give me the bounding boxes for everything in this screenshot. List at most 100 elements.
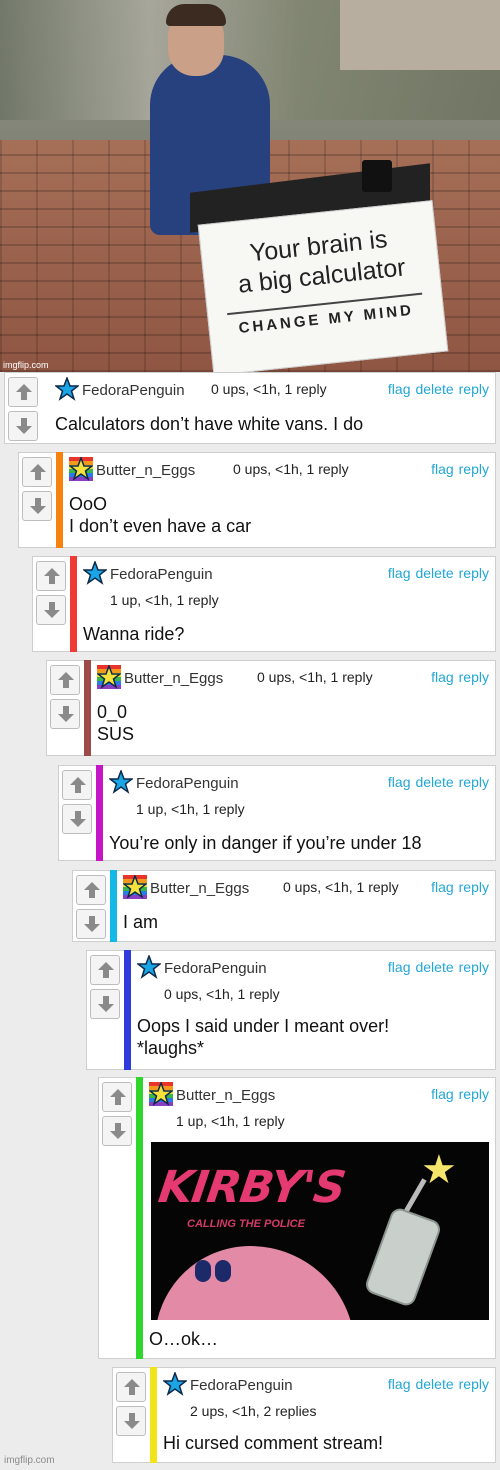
reply-link[interactable]: reply <box>459 774 489 790</box>
arrow-down-icon <box>16 418 32 434</box>
comment: FedoraPenguin 2 ups, <1h, 2 replies flag de… <box>112 1367 496 1463</box>
downvote-button[interactable] <box>8 411 38 441</box>
username-link[interactable]: FedoraPenguin <box>82 382 185 399</box>
upvote-button[interactable] <box>62 770 92 800</box>
upvote-button[interactable] <box>36 561 66 591</box>
nesting-stripe <box>70 556 77 652</box>
comment-body: FedoraPenguin 0 ups, <1h, 1 reply flag dele… <box>135 951 489 1069</box>
comment-actions: flag reply <box>426 879 489 895</box>
nesting-stripe <box>96 765 103 861</box>
arrow-up-icon <box>58 672 74 688</box>
reply-link[interactable]: reply <box>459 565 489 581</box>
comment: FedoraPenguin 0 ups, <1h, 1 reply flag dele… <box>86 950 496 1070</box>
flag-link[interactable]: flag <box>388 381 411 397</box>
reply-link[interactable]: reply <box>459 1086 489 1102</box>
upvote-button[interactable] <box>50 665 80 695</box>
comment: Butter_n_Eggs 0 ups, <1h, 1 reply flag repl… <box>18 452 496 548</box>
upvote-button[interactable] <box>22 457 52 487</box>
comment-text: OoO I don’t even have a car <box>69 494 252 536</box>
upvote-button[interactable] <box>90 955 120 985</box>
reply-link[interactable]: reply <box>459 669 489 685</box>
upvote-button[interactable] <box>116 1372 146 1402</box>
username-link[interactable]: FedoraPenguin <box>190 1377 293 1394</box>
downvote-button[interactable] <box>36 595 66 625</box>
meme-image: Your brain is a big calculator CHANGE MY… <box>0 0 500 372</box>
comment-actions: flag delete reply <box>383 774 489 790</box>
arrow-down-icon <box>70 811 86 827</box>
delete-link[interactable]: delete <box>415 565 453 581</box>
person-hair <box>166 4 226 26</box>
reply-link[interactable]: reply <box>459 1376 489 1392</box>
comment-text: I am <box>123 912 159 932</box>
flag-link[interactable]: flag <box>431 461 454 477</box>
comment-actions: flag delete reply <box>383 565 489 581</box>
comment-meta: 0 ups, <1h, 1 reply <box>257 669 373 685</box>
comment-body: FedoraPenguin 1 up, <1h, 1 reply flag delet… <box>81 557 489 651</box>
downvote-button[interactable] <box>116 1406 146 1436</box>
flag-link[interactable]: flag <box>388 774 411 790</box>
comment-body: FedoraPenguin 0 ups, <1h, 1 reply flag dele… <box>53 373 489 443</box>
comment-body: Butter_n_Eggs 0 ups, <1h, 1 reply flag repl… <box>95 661 489 755</box>
username-link[interactable]: Butter_n_Eggs <box>150 880 249 897</box>
flag-link[interactable]: flag <box>388 565 411 581</box>
reply-link[interactable]: reply <box>459 461 489 477</box>
username-link[interactable]: Butter_n_Eggs <box>124 670 223 687</box>
sign-line-3: CHANGE MY MIND <box>237 301 415 337</box>
reply-link[interactable]: reply <box>459 959 489 975</box>
flag-link[interactable]: flag <box>388 959 411 975</box>
reply-link[interactable]: reply <box>459 381 489 397</box>
delete-link[interactable]: delete <box>415 381 453 397</box>
upvote-button[interactable] <box>76 875 106 905</box>
downvote-button[interactable] <box>22 491 52 521</box>
username-link[interactable]: FedoraPenguin <box>136 775 239 792</box>
downvote-button[interactable] <box>76 909 106 939</box>
nesting-stripe <box>136 1077 143 1359</box>
downvote-button[interactable] <box>102 1116 132 1146</box>
arrow-up-icon <box>124 1379 140 1395</box>
arrow-up-icon <box>16 384 32 400</box>
username-link[interactable]: Butter_n_Eggs <box>176 1087 275 1104</box>
change-my-mind-sign: Your brain is a big calculator CHANGE MY… <box>197 200 449 372</box>
arrow-up-icon <box>30 464 46 480</box>
kirby-body <box>155 1246 355 1320</box>
comment-actions: flag reply <box>426 669 489 685</box>
flag-link[interactable]: flag <box>431 1086 454 1102</box>
footer-watermark: imgflip.com <box>4 1455 55 1466</box>
reply-link[interactable]: reply <box>459 879 489 895</box>
comment-body: Butter_n_Eggs 0 ups, <1h, 1 reply flag repl… <box>121 871 489 941</box>
comment: Butter_n_Eggs 1 up, <1h, 1 reply flag reply… <box>98 1077 496 1359</box>
downvote-button[interactable] <box>50 699 80 729</box>
flag-link[interactable]: flag <box>388 1376 411 1392</box>
username-link[interactable]: Butter_n_Eggs <box>96 462 195 479</box>
vote-column <box>99 1078 135 1358</box>
nesting-stripe <box>110 870 117 942</box>
downvote-button[interactable] <box>62 804 92 834</box>
upvote-button[interactable] <box>8 377 38 407</box>
comment-meta: 1 up, <1h, 1 reply <box>110 592 219 608</box>
rainbow-star-icon <box>147 1080 175 1106</box>
username-link[interactable]: FedoraPenguin <box>110 566 213 583</box>
comment-meta: 2 ups, <1h, 2 replies <box>190 1403 317 1419</box>
comment-text: You’re only in danger if you’re under 18 <box>109 833 422 853</box>
delete-link[interactable]: delete <box>415 1376 453 1392</box>
arrow-up-icon <box>98 962 114 978</box>
rainbow-star-icon <box>121 873 149 899</box>
delete-link[interactable]: delete <box>415 774 453 790</box>
delete-link[interactable]: delete <box>415 959 453 975</box>
downvote-button[interactable] <box>90 989 120 1019</box>
image-subtitle: CALLING THE POLICE <box>187 1218 305 1230</box>
blue-star-icon <box>81 559 109 585</box>
blue-star-icon <box>107 768 135 794</box>
comment-meta: 0 ups, <1h, 1 reply <box>283 879 399 895</box>
username-link[interactable]: FedoraPenguin <box>164 960 267 977</box>
phone <box>363 1205 443 1309</box>
nesting-stripe <box>150 1367 157 1463</box>
vote-column <box>5 373 41 443</box>
comment-body: FedoraPenguin 2 ups, <1h, 2 replies flag de… <box>161 1368 489 1462</box>
comment-actions: flag delete reply <box>383 1376 489 1392</box>
rainbow-star-icon <box>67 455 95 481</box>
rainbow-star-icon <box>95 663 123 689</box>
flag-link[interactable]: flag <box>431 669 454 685</box>
upvote-button[interactable] <box>102 1082 132 1112</box>
flag-link[interactable]: flag <box>431 879 454 895</box>
